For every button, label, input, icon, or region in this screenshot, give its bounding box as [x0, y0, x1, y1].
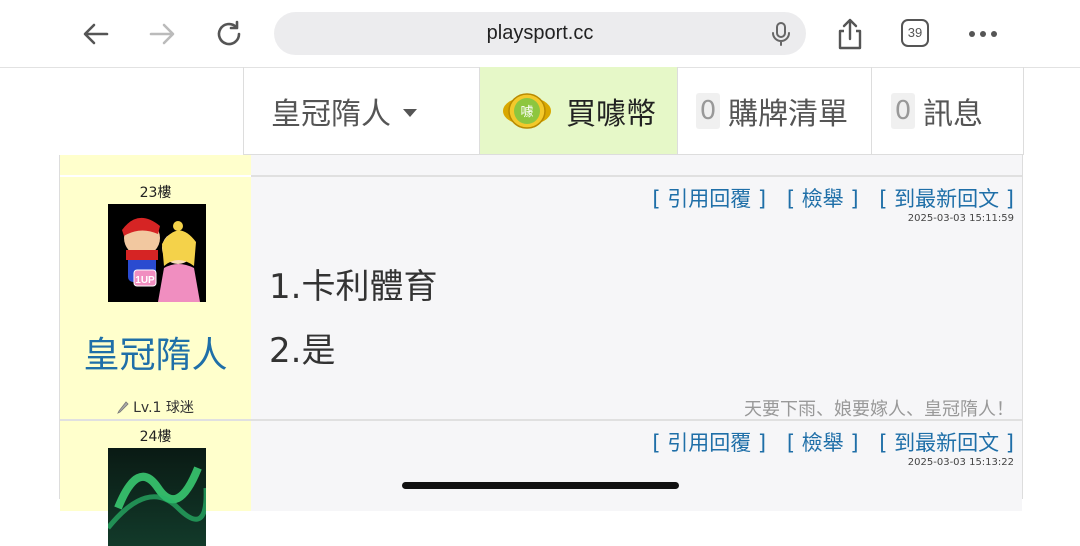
- share-icon: [838, 18, 862, 50]
- post-content-line: 2.是: [269, 331, 336, 371]
- buy-coin-button[interactable]: 噱 買噱幣: [480, 67, 678, 154]
- author-level-text: Lv.1 球迷: [133, 400, 194, 416]
- user-menu[interactable]: 皇冠隋人: [244, 67, 480, 154]
- messages-button[interactable]: 0 訊息: [872, 67, 1023, 154]
- separator-right: [251, 155, 1022, 177]
- post-author-panel: 23樓 1UP 皇冠隋人 Lv.1 球迷: [60, 177, 251, 419]
- forum-post: 24樓 [ 引用回覆 ] [ 檢舉 ] [到最新回文] 2025-03-03…: [60, 421, 1022, 546]
- post-body: [ 引用回覆 ] [ 檢舉 ] [ 到最新回文 ] 2025-03-03 15:…: [251, 177, 1022, 420]
- quote-reply-link[interactable]: [ 引用回覆 ]: [652, 187, 766, 211]
- address-bar[interactable]: playsport.cc: [274, 12, 806, 55]
- reload-icon: [217, 20, 241, 46]
- microphone-icon[interactable]: [770, 22, 792, 46]
- author-name[interactable]: 皇冠隋人: [60, 326, 251, 378]
- post-actions: [ 引用回覆 ] [ 檢舉 ] [ 到最新回文 ]: [638, 183, 1014, 213]
- reload-button[interactable]: [209, 14, 249, 54]
- pencil-icon: [117, 401, 129, 414]
- cart-button[interactable]: 0 購牌清單: [678, 67, 872, 154]
- caret-down-icon: [403, 108, 417, 117]
- messages-label: 訊息: [923, 96, 983, 132]
- post-timestamp: 2025-03-03 15:13:22: [907, 457, 1014, 468]
- post-content-line: 1.卡利體育: [269, 267, 438, 307]
- post-timestamp: 2025-03-03 15:11:59: [907, 213, 1014, 224]
- browser-toolbar: playsport.cc 39: [0, 0, 1080, 68]
- avatar-image: 1UP: [108, 204, 206, 302]
- author-level: Lv.1 球迷: [60, 397, 251, 417]
- post-signature: 天要下雨、娘要嫁人、皇冠隋人！: [744, 399, 1014, 420]
- forward-arrow-icon: [149, 23, 175, 45]
- floor-number: 24樓: [139, 429, 172, 445]
- site-nav: 皇冠隋人 噱 買噱幣 0 購牌清單 0 訊息: [243, 67, 1024, 155]
- latest-reply-link[interactable]: [ 到最新回文 ]: [879, 187, 1014, 211]
- url-text: playsport.cc: [486, 22, 594, 44]
- post-body: [ 引用回覆 ] [ 檢舉 ] [ 到最新回文 ] 2025-03-03 15:…: [251, 421, 1022, 511]
- svg-text:1UP: 1UP: [135, 275, 155, 286]
- avatar-image: [108, 448, 206, 546]
- back-button[interactable]: [76, 14, 116, 54]
- avatar[interactable]: 1UP: [108, 204, 206, 302]
- back-arrow-icon: [83, 23, 109, 45]
- more-dots-icon: [969, 31, 997, 37]
- floor-number: 23樓: [139, 185, 172, 201]
- separator-left: [60, 155, 251, 175]
- post-actions: [ 引用回覆 ] [ 檢舉 ] [ 到最新回文 ]: [638, 427, 1014, 457]
- user-menu-label: 皇冠隋人: [271, 96, 391, 132]
- coin-icon: 噱: [503, 92, 551, 129]
- share-button[interactable]: [830, 14, 870, 54]
- buy-coin-label: 買噱幣: [566, 96, 656, 132]
- latest-reply-link[interactable]: [ 到最新回文 ]: [879, 431, 1014, 455]
- home-indicator[interactable]: [402, 482, 679, 489]
- forum-post: 23樓 1UP 皇冠隋人 Lv.1 球迷 [引用回覆] [檢舉] [到…: [60, 177, 1022, 421]
- forward-button[interactable]: [142, 14, 182, 54]
- cart-label: 購牌清單: [728, 96, 848, 132]
- post-author-panel: 24樓: [60, 421, 251, 546]
- report-link[interactable]: [ 檢舉 ]: [787, 187, 859, 211]
- thread-content: 23樓 1UP 皇冠隋人 Lv.1 球迷 [引用回覆] [檢舉] [到…: [59, 155, 1023, 546]
- tabs-button[interactable]: 39: [901, 19, 929, 47]
- avatar[interactable]: [108, 448, 206, 546]
- coin-icon-text: 噱: [520, 105, 533, 120]
- quote-reply-link[interactable]: [ 引用回覆 ]: [652, 431, 766, 455]
- report-link[interactable]: [ 檢舉 ]: [787, 431, 859, 455]
- message-count-badge: 0: [891, 92, 915, 129]
- cart-count-badge: 0: [696, 92, 720, 129]
- post-separator: [60, 155, 1022, 177]
- more-menu-button[interactable]: [963, 14, 1003, 54]
